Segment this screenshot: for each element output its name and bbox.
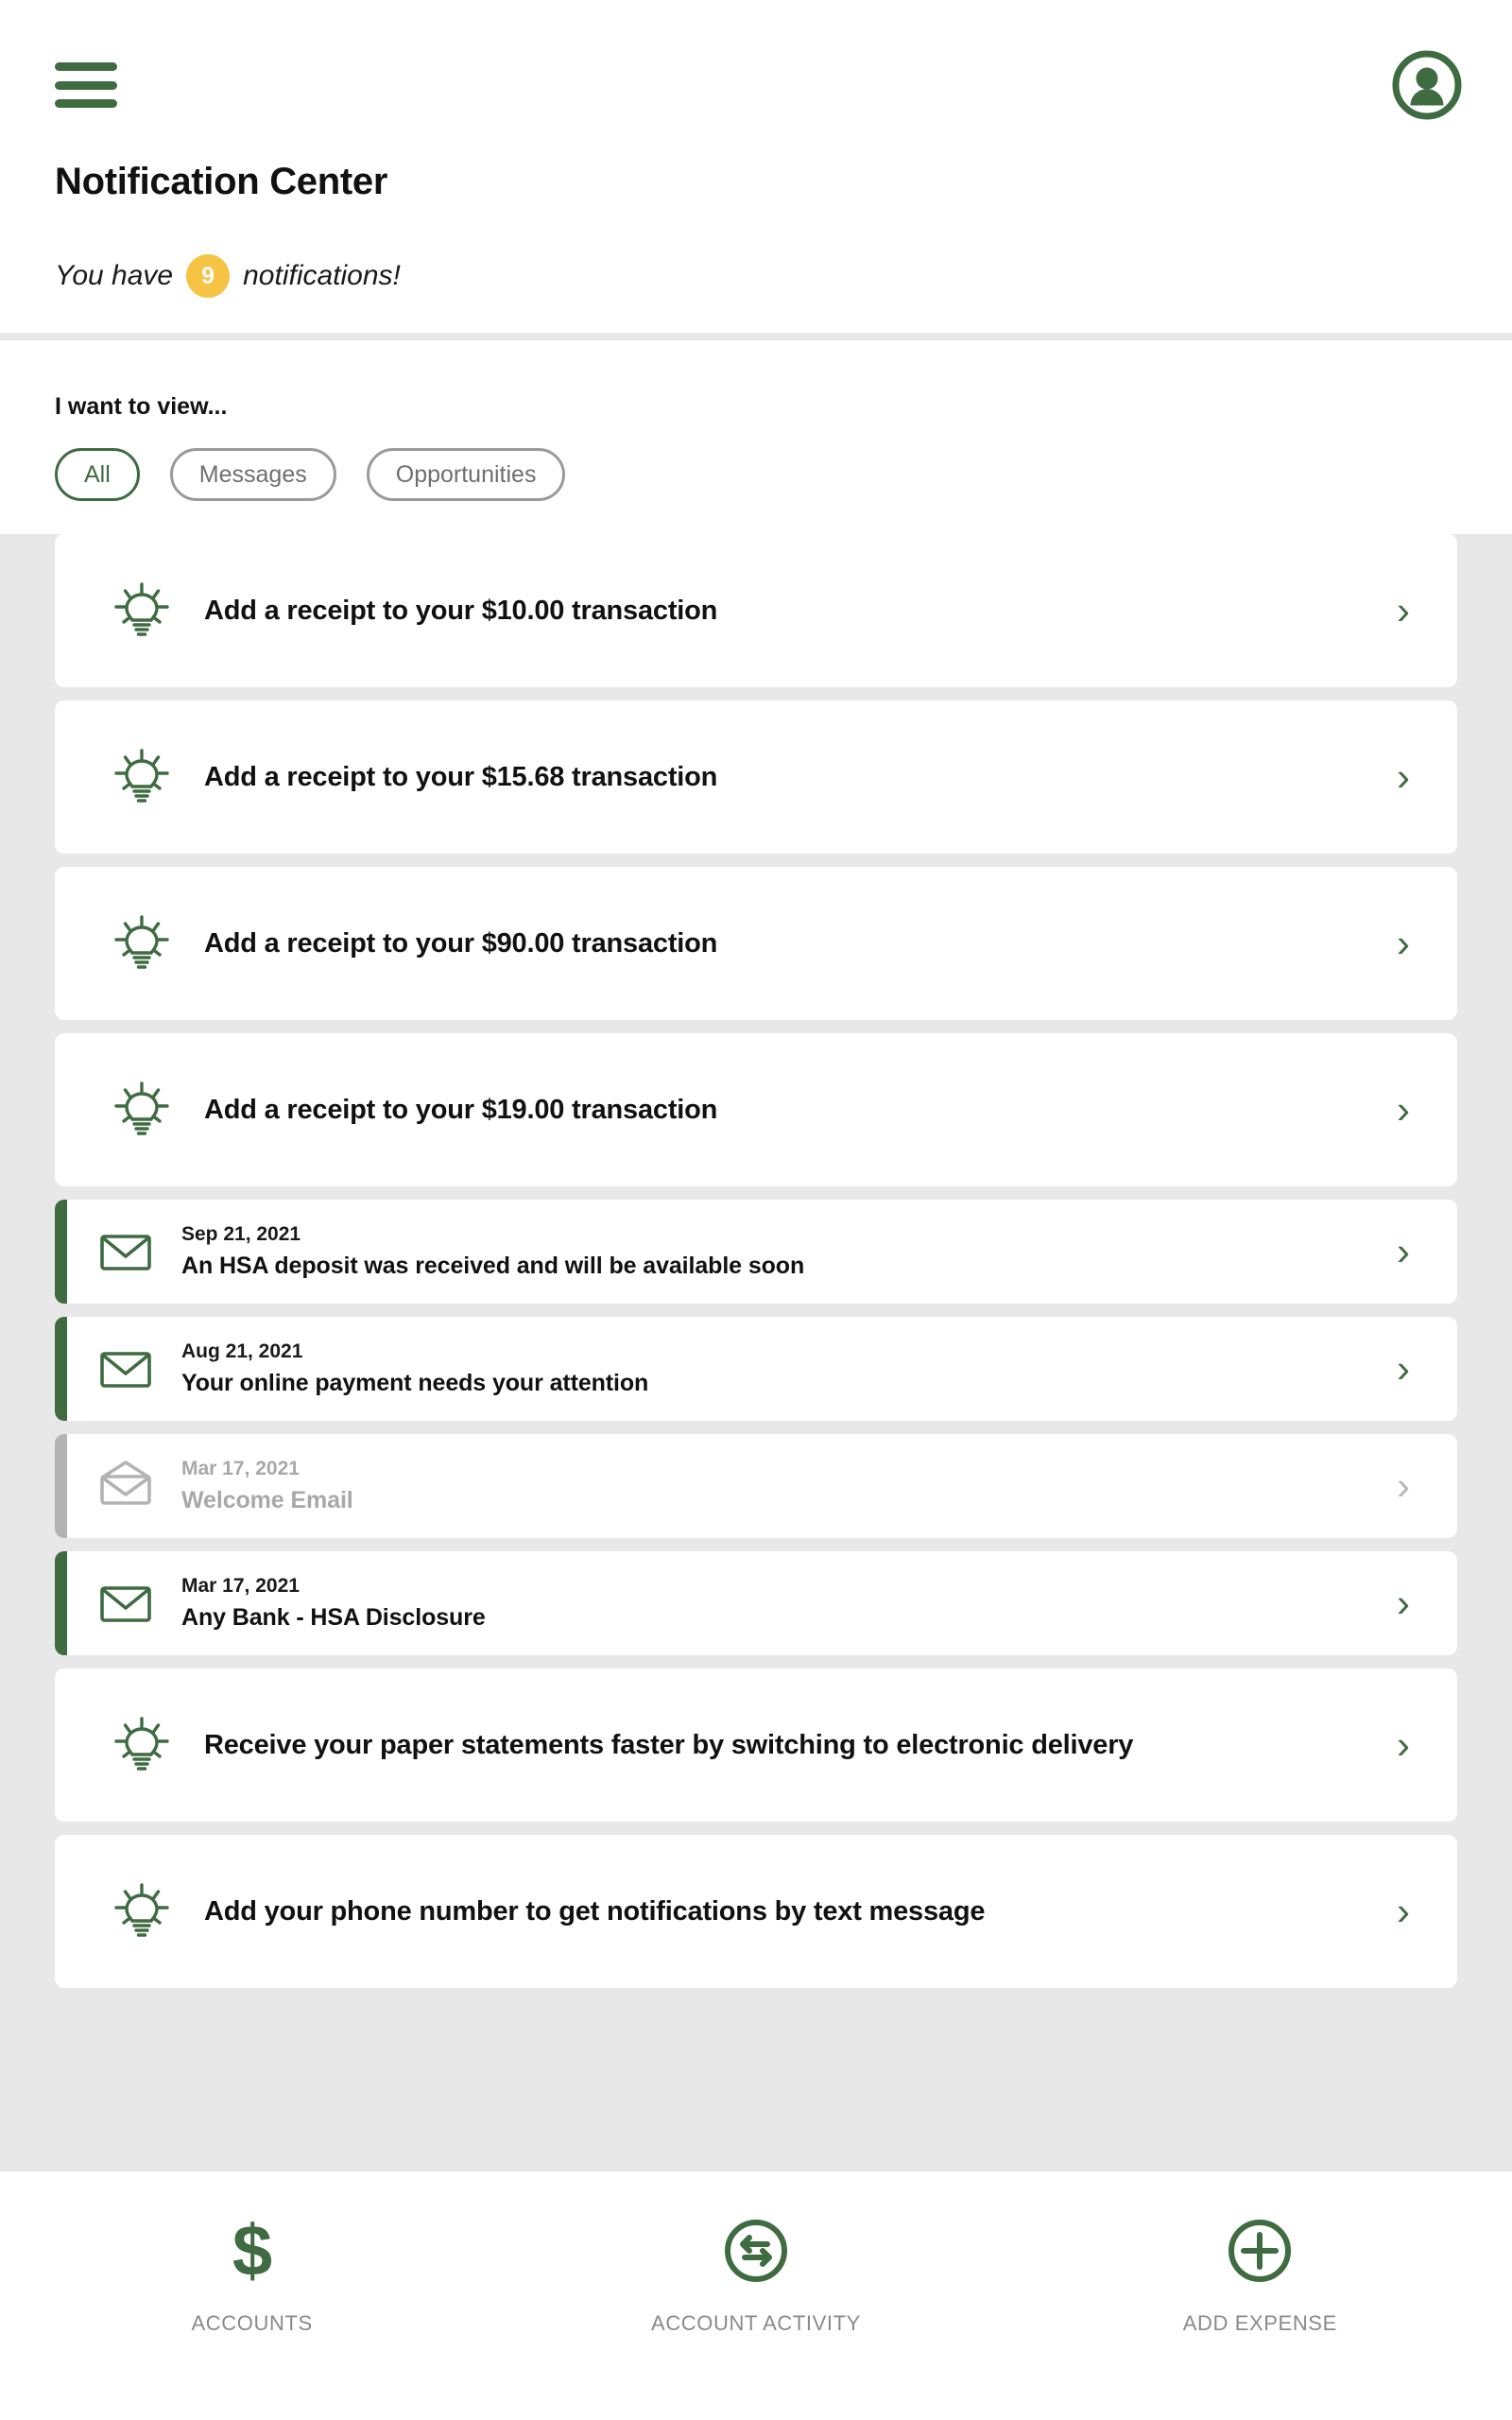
chevron-right-icon[interactable]: ›: [1387, 1892, 1419, 1931]
opportunity-card[interactable]: Add a receipt to your $19.00 transaction…: [55, 1033, 1457, 1186]
lightbulb-icon: [113, 582, 170, 639]
message-subject: Your online payment needs your attention: [181, 1370, 649, 1396]
svg-text:$: $: [232, 2217, 272, 2285]
notification-count-badge: 9: [186, 254, 231, 298]
lightbulb-icon: [113, 1717, 170, 1773]
message-date: Mar 17, 2021: [181, 1458, 300, 1479]
nav-item-label: ADD EXPENSE: [1182, 2311, 1337, 2335]
bottom-navigation-bar: $ ACCOUNTS ACCOUNT ACTIVITY ADD EXPENSE: [0, 2170, 1512, 2420]
dollar-sign-icon: $: [218, 2211, 286, 2291]
opportunity-card[interactable]: Add your phone number to get notificatio…: [55, 1835, 1457, 1988]
unread-indicator-bar: [55, 1434, 67, 1538]
nav-item-account-activity[interactable]: ACCOUNT ACTIVITY: [504, 2171, 1007, 2420]
notification-list: Add a receipt to your $10.00 transaction…: [0, 534, 1512, 2001]
message-body: Aug 21, 2021 Your online payment needs yo…: [181, 1340, 1387, 1397]
chevron-right-icon[interactable]: ›: [1387, 1583, 1419, 1623]
envelope-closed-icon: [96, 1340, 155, 1398]
message-card-unread[interactable]: Mar 17, 2021 Any Bank - HSA Disclosure ›: [55, 1551, 1457, 1655]
chevron-right-icon[interactable]: ›: [1387, 1090, 1419, 1130]
chevron-right-icon[interactable]: ›: [1387, 924, 1419, 963]
chevron-right-icon[interactable]: ›: [1387, 757, 1419, 797]
message-subject: Welcome Email: [181, 1487, 353, 1513]
chevron-right-icon[interactable]: ›: [1387, 1349, 1419, 1389]
opportunity-card[interactable]: Receive your paper statements faster by …: [55, 1668, 1457, 1822]
opportunity-card[interactable]: Add a receipt to your $15.68 transaction…: [55, 700, 1457, 854]
lightbulb-icon: [113, 915, 170, 972]
user-avatar-icon[interactable]: [1391, 49, 1463, 121]
opportunity-title: Add a receipt to your $90.00 transaction: [204, 927, 718, 959]
hamburger-menu-icon[interactable]: [55, 62, 117, 108]
notification-center-screen: Notification Center You have 9 notificat…: [0, 0, 1512, 2420]
filter-chip-messages[interactable]: Messages: [169, 448, 336, 501]
transfer-arrows-circle-icon: [722, 2217, 790, 2285]
opportunity-title: Add a receipt to your $10.00 transaction: [204, 595, 718, 626]
nav-item-label: ACCOUNT ACTIVITY: [651, 2311, 861, 2335]
unread-indicator-bar: [55, 1200, 67, 1304]
plus-circle-icon: [1226, 2217, 1294, 2285]
opportunity-title: Add your phone number to get notificatio…: [204, 1895, 986, 1927]
hamburger-bar: [55, 99, 117, 108]
filter-section: I want to view... All Messages Opportuniti…: [0, 340, 1512, 534]
envelope-open-icon: [96, 1457, 155, 1515]
filter-chip-group: All Messages Opportunities: [55, 448, 566, 501]
page-title: Notification Center: [55, 161, 388, 202]
nav-item-accounts[interactable]: $ ACCOUNTS: [0, 2171, 504, 2420]
opportunity-title: Receive your paper statements faster by …: [204, 1729, 1134, 1760]
lightbulb-icon: [113, 749, 170, 805]
lightbulb-icon: [113, 1883, 170, 1940]
summary-suffix: notifications!: [243, 260, 401, 291]
filter-chip-opportunities[interactable]: Opportunities: [366, 448, 566, 501]
message-card-read[interactable]: Mar 17, 2021 Welcome Email ›: [55, 1434, 1457, 1538]
filter-label: I want to view...: [55, 393, 228, 420]
filter-chip-all[interactable]: All: [55, 448, 140, 501]
chevron-right-icon[interactable]: ›: [1387, 1232, 1419, 1271]
hamburger-bar: [55, 80, 117, 90]
message-date: Aug 21, 2021: [181, 1340, 303, 1362]
lightbulb-icon: [113, 1081, 170, 1138]
chevron-right-icon[interactable]: ›: [1387, 591, 1419, 631]
message-body: Sep 21, 2021 An HSA deposit was received …: [181, 1223, 1387, 1280]
message-subject: Any Bank - HSA Disclosure: [181, 1604, 486, 1631]
message-subject: An HSA deposit was received and will be …: [181, 1253, 805, 1279]
opportunity-card[interactable]: Add a receipt to your $90.00 transaction…: [55, 867, 1457, 1020]
chevron-right-icon[interactable]: ›: [1387, 1466, 1419, 1506]
envelope-closed-icon: [96, 1222, 155, 1281]
message-card-unread[interactable]: Sep 21, 2021 An HSA deposit was received …: [55, 1200, 1457, 1304]
message-date: Mar 17, 2021: [181, 1575, 300, 1597]
nav-item-add-expense[interactable]: ADD EXPENSE: [1008, 2171, 1512, 2420]
message-date: Sep 21, 2021: [181, 1223, 301, 1245]
hamburger-bar: [55, 62, 117, 71]
unread-indicator-bar: [55, 1551, 67, 1655]
nav-item-label: ACCOUNTS: [191, 2311, 313, 2335]
message-body: Mar 17, 2021 Welcome Email: [181, 1458, 1387, 1514]
opportunity-card[interactable]: Add a receipt to your $10.00 transaction…: [55, 534, 1457, 687]
message-card-unread[interactable]: Aug 21, 2021 Your online payment needs yo…: [55, 1317, 1457, 1421]
app-header: Notification Center You have 9 notificat…: [0, 0, 1512, 333]
opportunity-title: Add a receipt to your $15.68 transaction: [204, 761, 718, 792]
chevron-right-icon[interactable]: ›: [1387, 1725, 1419, 1765]
unread-indicator-bar: [55, 1317, 67, 1421]
message-body: Mar 17, 2021 Any Bank - HSA Disclosure: [181, 1575, 1387, 1632]
opportunity-title: Add a receipt to your $19.00 transaction: [204, 1094, 718, 1125]
summary-prefix: You have: [55, 260, 174, 291]
notification-summary: You have 9 notifications!: [55, 253, 401, 299]
envelope-closed-icon: [96, 1574, 155, 1633]
